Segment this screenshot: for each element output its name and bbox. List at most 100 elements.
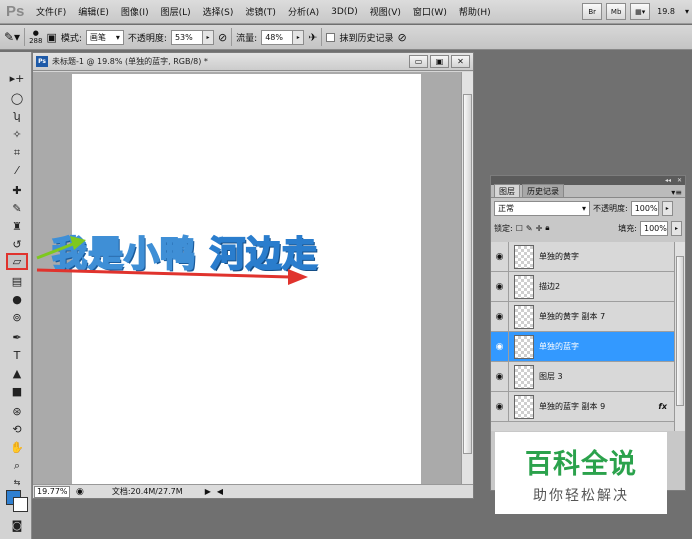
visibility-eye-icon[interactable]: ◉ — [491, 331, 509, 362]
brush-tool-icon[interactable]: ✎ — [6, 200, 28, 217]
menu-select[interactable]: 选择(S) — [197, 5, 240, 18]
visibility-eye-icon[interactable]: ◉ — [491, 271, 509, 302]
collapse-icon[interactable]: ◂◂ — [665, 177, 671, 184]
bridge-button[interactable]: Br — [582, 3, 603, 20]
lasso-tool-icon[interactable]: ʮ — [6, 108, 28, 125]
menu-layer[interactable]: 图层(L) — [155, 5, 197, 18]
menu-edit[interactable]: 编辑(E) — [72, 5, 115, 18]
visibility-eye-icon[interactable]: ◉ — [491, 361, 509, 392]
fill-input[interactable]: 100% — [640, 220, 668, 236]
swap-colors-icon[interactable]: ⇆ — [6, 474, 28, 491]
layer-opacity-input[interactable]: 100% — [630, 200, 659, 216]
restore-button[interactable]: ▣ — [430, 55, 449, 68]
dodge-tool-icon[interactable]: ⊚ — [6, 309, 28, 326]
document-title-bar[interactable]: Ps 未标题-1 @ 19.8% (单独的蓝字, RGB/8) * ▭ ▣ ✕ — [33, 53, 473, 71]
tab-layers[interactable]: 图层 — [494, 184, 520, 197]
quick-select-tool-icon[interactable]: ✧ — [6, 126, 28, 143]
layer-row[interactable]: ◉ 描边2 — [491, 271, 675, 302]
document-status-bar: 19.77% ◉ 文档:20.4M/27.7M ▶ ◀ — [33, 484, 473, 498]
history-brush-tool-icon[interactable]: ↺ — [6, 236, 28, 253]
visibility-eye-icon[interactable]: ◉ — [491, 391, 509, 422]
menu-file[interactable]: 文件(F) — [30, 5, 72, 18]
background-color-swatch[interactable] — [13, 497, 28, 512]
status-menu-arrow-icon[interactable]: ▶ — [205, 487, 211, 496]
close-button[interactable]: ✕ — [451, 55, 470, 68]
blur-tool-icon[interactable]: ● — [6, 291, 28, 308]
layer-row[interactable]: ◉ 单独的黄字 副本 7 — [491, 301, 675, 332]
tab-history[interactable]: 历史记录 — [522, 184, 564, 197]
view-extras-button[interactable]: ▦▾ — [630, 3, 651, 20]
hand-tool-icon[interactable]: ✋ — [6, 439, 28, 456]
eraser-tool-icon[interactable]: ▱ — [6, 253, 28, 270]
flow-input[interactable]: 48% — [261, 29, 294, 45]
flow-control: 48% ▸ — [261, 29, 305, 45]
airbrush-icon[interactable]: ✈ — [308, 31, 317, 44]
layer-row[interactable]: ◉ 图层 3 — [491, 361, 675, 392]
menu-filter[interactable]: 滤镜(T) — [239, 5, 282, 18]
layer-row[interactable]: ◉ 单独的黄字 — [491, 242, 675, 272]
horizontal-scroll-left-icon[interactable]: ◀ — [217, 487, 223, 496]
pressure-opacity-icon[interactable]: ⊘ — [218, 31, 227, 44]
quick-mask-icon[interactable]: ◙ — [6, 517, 28, 534]
layer-effects-badge[interactable]: fx — [658, 402, 667, 411]
zoom-field[interactable]: 19.77% — [34, 485, 70, 498]
crop-tool-icon[interactable]: ⌗ — [6, 144, 28, 161]
zoom-level[interactable]: 19.8 — [654, 7, 678, 16]
layer-row[interactable]: ◉ 单独的蓝字 副本 9 fx — [491, 391, 675, 422]
pen-tool-icon[interactable]: ✒ — [6, 329, 28, 346]
lock-pixels-icon[interactable]: ✎ — [526, 224, 533, 233]
path-select-tool-icon[interactable]: ▲ — [6, 365, 28, 382]
menu-view[interactable]: 视图(V) — [364, 5, 407, 18]
vertical-scrollbar[interactable] — [461, 72, 473, 486]
mini-bridge-button[interactable]: Mb — [606, 3, 627, 20]
status-icon[interactable]: ◉ — [76, 487, 84, 497]
opacity-input[interactable]: 53% — [170, 29, 203, 45]
menu-image[interactable]: 图像(I) — [115, 5, 155, 18]
menu-window[interactable]: 窗口(W) — [407, 5, 453, 18]
zoom-dropdown[interactable]: ▾ — [682, 7, 692, 16]
3d-orbit-tool-icon[interactable]: ⟲ — [6, 421, 28, 438]
shape-tool-icon[interactable]: ■ — [6, 383, 28, 400]
close-panel-icon[interactable]: ✕ — [677, 177, 682, 184]
lock-transparent-icon[interactable]: ☐ — [516, 224, 523, 233]
close-icon: ✕ — [457, 57, 464, 66]
menu-help[interactable]: 帮助(H) — [453, 5, 497, 18]
fill-slider-button[interactable]: ▸ — [671, 220, 682, 236]
panel-menu-icon[interactable]: ▾≡ — [671, 188, 682, 197]
erase-to-history-checkbox[interactable] — [326, 32, 336, 42]
layer-opacity-slider-button[interactable]: ▸ — [661, 200, 673, 216]
eyedropper-tool-icon[interactable]: ⁄ — [6, 162, 28, 179]
window-controls: ▭ ▣ ✕ — [409, 55, 470, 68]
flow-slider-button[interactable]: ▸ — [293, 29, 305, 45]
visibility-eye-icon[interactable]: ◉ — [491, 301, 509, 332]
gradient-tool-icon[interactable]: ▤ — [6, 273, 28, 290]
move-tool-icon[interactable]: ▸+ — [6, 70, 28, 87]
zoom-tool-icon[interactable]: ⌕ — [6, 457, 28, 474]
marquee-tool-icon[interactable]: ◯ — [6, 90, 28, 107]
pressure-size-icon[interactable]: ⊘ — [397, 31, 406, 44]
layer-thumbnail — [514, 364, 534, 389]
layers-scrollbar[interactable] — [674, 242, 685, 431]
healing-brush-tool-icon[interactable]: ✚ — [6, 182, 28, 199]
lock-position-icon[interactable]: ✛ — [536, 224, 543, 233]
type-tool-icon[interactable]: T — [6, 347, 28, 364]
scrollbar-thumb[interactable] — [463, 94, 472, 454]
blend-mode-select[interactable]: 正常 ▾ — [494, 200, 590, 216]
brush-panel-icon[interactable]: ▣ — [46, 31, 56, 44]
3d-rotate-tool-icon[interactable]: ⊛ — [6, 403, 28, 420]
canvas-area[interactable] — [33, 72, 461, 486]
layer-row-selected[interactable]: ◉ 单独的蓝字 — [491, 331, 675, 362]
brush-tool-preset-icon[interactable]: ✎▾ — [4, 30, 20, 44]
brush-picker[interactable]: ● 288 — [29, 29, 42, 45]
menu-analysis[interactable]: 分析(A) — [282, 5, 325, 18]
canvas[interactable] — [72, 74, 421, 486]
opacity-slider-button[interactable]: ▸ — [202, 29, 214, 45]
menu-3d[interactable]: 3D(D) — [325, 7, 364, 17]
lock-all-icon[interactable]: 🔒︎ — [545, 223, 549, 233]
clone-stamp-tool-icon[interactable]: ♜ — [6, 218, 28, 235]
minimize-button[interactable]: ▭ — [409, 55, 428, 68]
visibility-eye-icon[interactable]: ◉ — [491, 242, 509, 272]
menu-bar: Ps 文件(F) 编辑(E) 图像(I) 图层(L) 选择(S) 滤镜(T) 分… — [0, 0, 692, 24]
scrollbar-thumb[interactable] — [676, 256, 684, 406]
mode-select[interactable]: 画笔 ▾ — [85, 29, 124, 45]
